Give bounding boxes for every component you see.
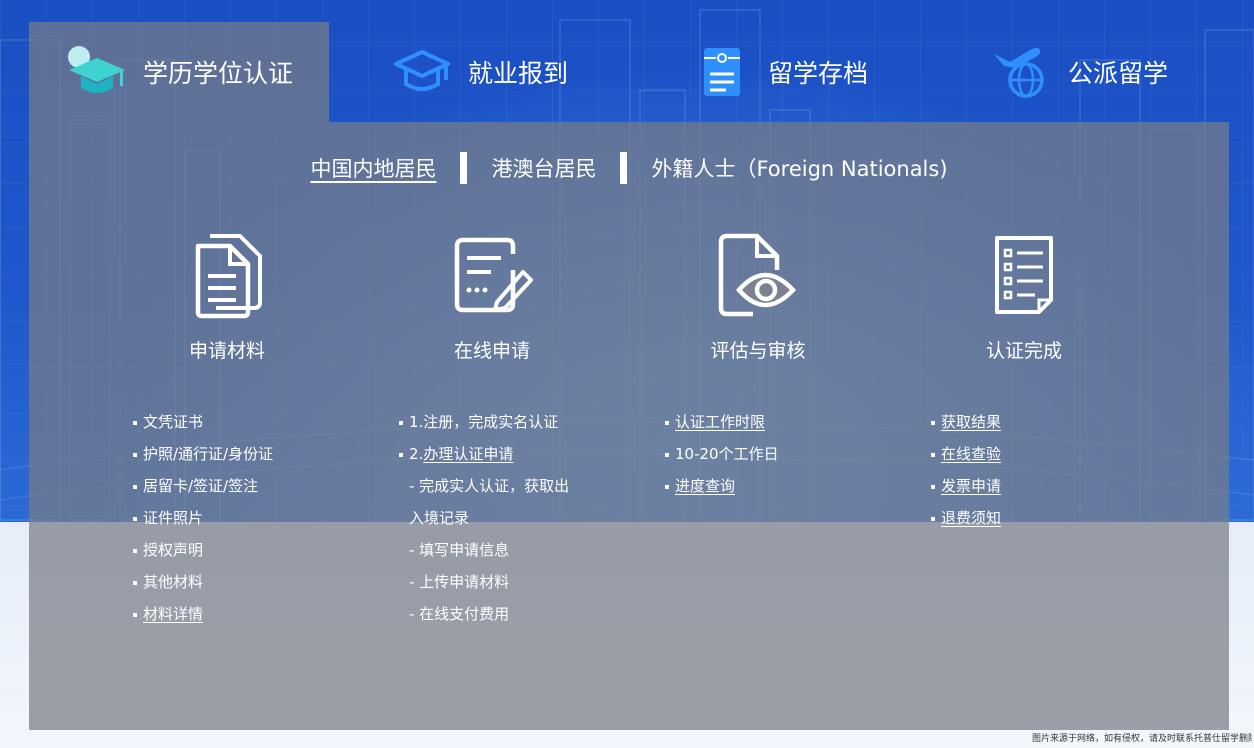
bullet (931, 516, 935, 521)
list-item: 文凭证书 (133, 406, 273, 438)
list-item: 进度查询 (665, 470, 779, 502)
completion-list: 获取结果 在线查验 发票申请 退费须知 (931, 406, 1001, 534)
tab-label: 公派留学 (1067, 59, 1168, 88)
list-item: 授权声明 (133, 534, 273, 566)
materials-list: 文凭证书 护照/通行证/身份证 居留卡/签证/签注 证件照片 授权声明 其他材料… (133, 406, 273, 630)
online-verification-link[interactable]: 在线查验 (941, 445, 1001, 463)
online-application-list: 1.注册，完成实名认证 2.办理认证申请 - 完成实人认证，获取出 入境记录 -… (399, 406, 569, 630)
list-subitem: 入境记录 (409, 509, 470, 527)
list-subitem: - 完成实人认证，获取出 (409, 477, 570, 495)
step-certification-complete: 认证完成 (891, 230, 1157, 363)
review-list: 认证工作时限 10-20个工作日 进度查询 (665, 406, 779, 502)
list-item: 发票申请 (931, 470, 1001, 502)
bullet (133, 484, 137, 489)
bullet (133, 452, 137, 457)
subnav-divider (620, 152, 628, 184)
bullet (133, 548, 137, 553)
airplane-globe-icon (993, 48, 1044, 98)
tab-degree-certification[interactable]: 学历学位认证 (29, 22, 329, 122)
bullet (931, 452, 935, 457)
processing-time-link[interactable]: 认证工作时限 (675, 413, 765, 431)
list-item: 证件照片 (133, 502, 273, 534)
bullet (399, 452, 403, 457)
apply-certification-link[interactable]: 办理认证申请 (423, 445, 513, 463)
list-item: 获取结果 (931, 406, 1001, 438)
step-title: 在线申请 (453, 340, 530, 362)
image-credit: 图片来源于网络，如有侵权，请及时联系托普仕留学删除 (1032, 734, 1252, 744)
service-tabs: 学历学位认证 就业报到 留学存档 公派留学 (29, 22, 1229, 122)
list-item: 其他材料 (133, 566, 273, 598)
list-subitem: - 填写申请信息 (409, 541, 510, 559)
bullet (931, 420, 935, 425)
document-eye-icon (718, 233, 797, 317)
subnav-divider (460, 152, 468, 184)
list-item: 2.办理认证申请 (399, 438, 569, 470)
documents-icon (195, 234, 262, 319)
subnav-mainland-residents[interactable]: 中国内地居民 (310, 153, 436, 183)
tab-label: 留学存档 (767, 59, 868, 88)
get-result-link[interactable]: 获取结果 (941, 413, 1001, 431)
list-subitem: - 上传申请材料 (409, 573, 510, 591)
step-title: 申请材料 (188, 340, 265, 362)
bullet (399, 420, 403, 425)
tab-label: 学历学位认证 (142, 59, 293, 88)
checklist-icon (995, 236, 1053, 314)
tab-label: 就业报到 (467, 59, 568, 88)
list-subitem: - 在线支付费用 (409, 605, 510, 623)
list-item: 居留卡/签证/签注 (133, 470, 273, 502)
step-application-materials: 申请材料 (94, 230, 360, 363)
bullet (133, 516, 137, 521)
step-title: 评估与审核 (710, 340, 806, 362)
materials-details-link[interactable]: 材料详情 (143, 605, 203, 623)
subnav-hk-macao-taiwan-residents[interactable]: 港澳台居民 (491, 153, 596, 183)
graduation-cap-icon (67, 46, 125, 93)
residency-subnav: 中国内地居民 港澳台居民 外籍人士（Foreign Nationals) (29, 150, 1229, 186)
bullet (133, 580, 137, 585)
invoice-request-link[interactable]: 发票申请 (941, 477, 1001, 495)
bullet (931, 484, 935, 489)
bullet (665, 484, 669, 489)
tab-study-abroad-archive[interactable]: 留学存档 (629, 22, 929, 122)
bullet (133, 420, 137, 425)
step-online-application: 在线申请 (359, 230, 625, 363)
archive-document-icon (703, 48, 740, 96)
list-item: 10-20个工作日 (665, 438, 779, 470)
progress-query-link[interactable]: 进度查询 (675, 477, 735, 495)
bullet (133, 612, 137, 617)
mortarboard-outline-icon (393, 50, 450, 91)
bullet (665, 452, 669, 457)
bullet (665, 420, 669, 425)
list-item: 退费须知 (931, 502, 1001, 534)
list-item: 认证工作时限 (665, 406, 779, 438)
tab-employment-registration[interactable]: 就业报到 (329, 22, 629, 122)
list-item: 材料详情 (133, 598, 273, 630)
edit-form-icon (454, 237, 533, 313)
list-item: 护照/通行证/身份证 (133, 438, 273, 470)
list-item: 1.注册，完成实名认证 (399, 406, 569, 438)
refund-notice-link[interactable]: 退费须知 (941, 509, 1001, 527)
subnav-foreign-nationals[interactable]: 外籍人士（Foreign Nationals) (651, 153, 947, 183)
tab-government-sponsored-study[interactable]: 公派留学 (929, 22, 1229, 122)
list-item: 在线查验 (931, 438, 1001, 470)
step-evaluation-review: 评估与审核 (625, 230, 891, 363)
step-title: 认证完成 (985, 340, 1062, 362)
